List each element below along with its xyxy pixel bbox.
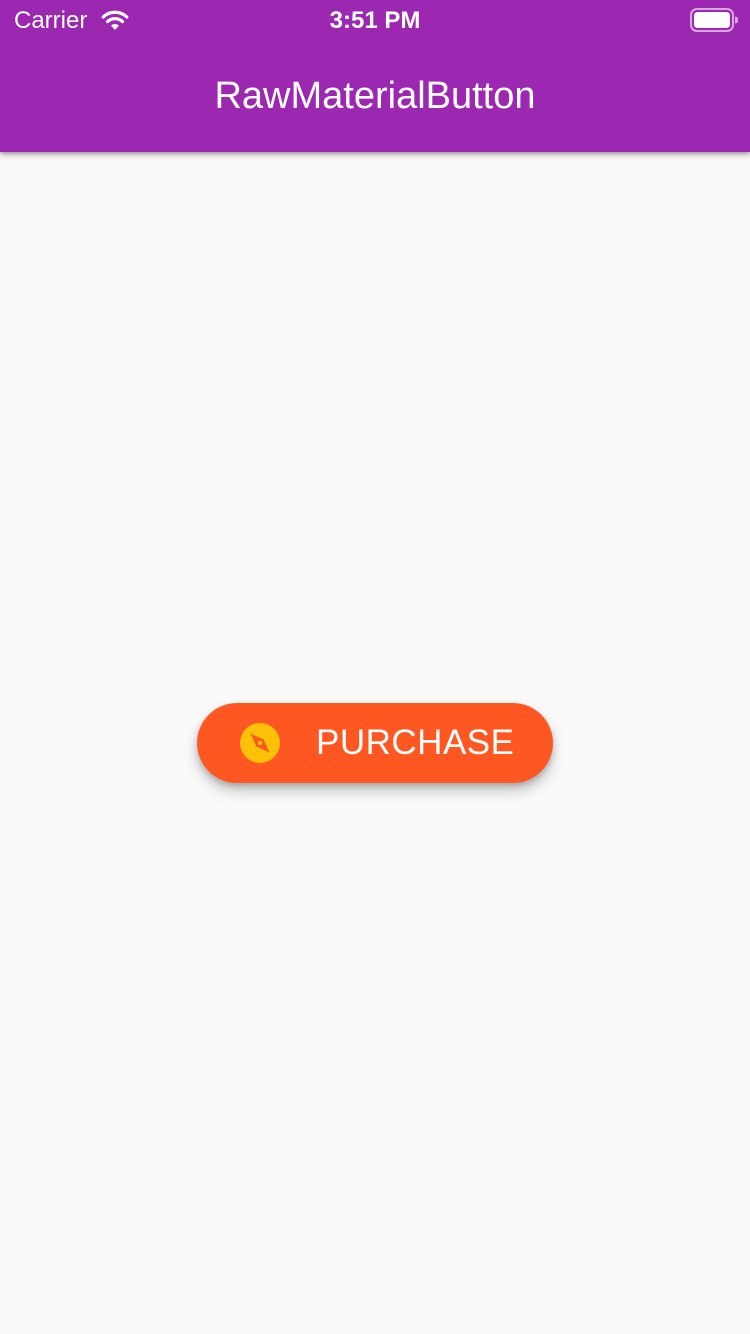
purchase-button[interactable]: PURCHASE: [197, 703, 553, 783]
status-time: 3:51 PM: [329, 7, 421, 34]
page-title: RawMaterialButton: [214, 75, 536, 117]
battery-icon: [690, 8, 738, 32]
status-bar: Carrier 3:51 PM: [0, 0, 750, 40]
app-bar: Carrier 3:51 PM RawMaterialButton: [0, 0, 750, 152]
compass-icon: [240, 723, 280, 763]
purchase-button-label: PURCHASE: [316, 723, 515, 762]
